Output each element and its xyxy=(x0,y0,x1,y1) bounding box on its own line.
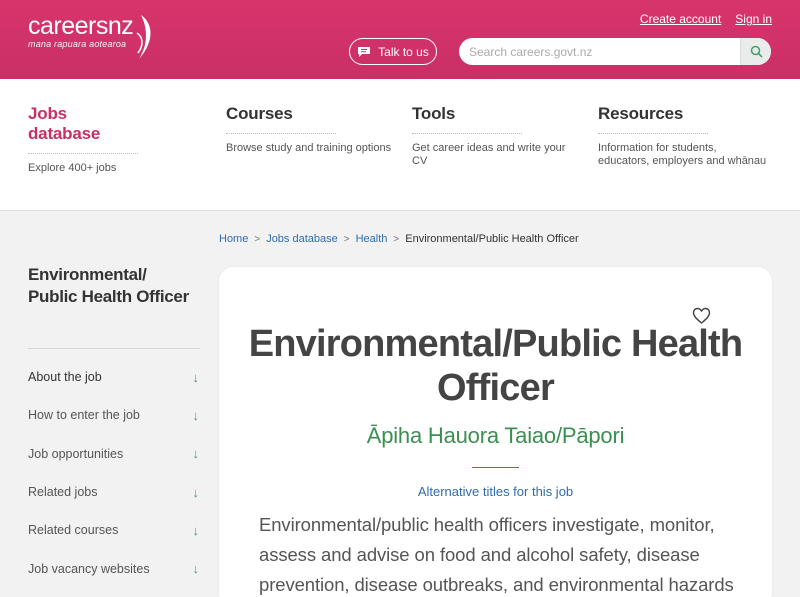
nav-title: Courses xyxy=(226,104,336,134)
sidebar-item-label: About the job xyxy=(28,370,102,385)
breadcrumb-home[interactable]: Home xyxy=(219,233,248,245)
search-button[interactable] xyxy=(740,38,771,65)
sidebar-item-related-courses[interactable]: Related courses ↓ xyxy=(28,511,200,549)
account-links: Create account Sign in xyxy=(640,12,772,26)
arrow-down-icon: ↓ xyxy=(192,484,200,500)
breadcrumb-separator: > xyxy=(393,233,400,245)
breadcrumb-current: Environmental/Public Health Officer xyxy=(405,233,579,245)
search-box xyxy=(459,38,771,65)
arrow-down-icon: ↓ xyxy=(192,522,200,538)
sidebar-item-about-the-job[interactable]: About the job ↓ xyxy=(28,358,200,396)
nav-description: Browse study and training options xyxy=(226,142,392,154)
chat-bubble-icon xyxy=(358,46,371,57)
sidebar-item-label: Related courses xyxy=(28,523,119,538)
create-account-link[interactable]: Create account xyxy=(640,12,721,26)
logo-wordmark: careersnz xyxy=(28,12,134,40)
search-icon xyxy=(750,45,763,58)
site-header: careersnz mana rapuara aotearoa Create a… xyxy=(0,0,800,79)
nav-jobs-database[interactable]: Jobs database Explore 400+ jobs xyxy=(28,104,198,175)
sidebar-item-label: Job opportunities xyxy=(28,446,124,461)
nav-description: Information for students, educators, emp… xyxy=(598,142,767,167)
talk-to-us-label: Talk to us xyxy=(378,44,429,59)
sidebar-item-related-jobs[interactable]: Related jobs ↓ xyxy=(28,473,200,511)
talk-to-us-button[interactable]: Talk to us xyxy=(349,38,437,65)
page-title: Environmental/Public Health Officer xyxy=(248,323,743,409)
title-divider xyxy=(472,467,519,468)
nav-title: Resources xyxy=(598,104,708,134)
sidebar-divider xyxy=(28,348,200,349)
nav-title: Jobs database xyxy=(28,104,138,154)
arrow-down-icon: ↓ xyxy=(192,369,200,385)
breadcrumb-jobs-database[interactable]: Jobs database xyxy=(266,233,338,245)
breadcrumb-separator: > xyxy=(343,233,350,245)
sidebar-item-label: Related jobs xyxy=(28,485,98,500)
breadcrumb-health[interactable]: Health xyxy=(356,233,388,245)
nav-title: Tools xyxy=(412,104,522,134)
main-navigation: Jobs database Explore 400+ jobs Courses … xyxy=(0,79,800,211)
arrow-down-icon: ↓ xyxy=(192,561,200,577)
sidebar-item-label: How to enter the job xyxy=(28,408,140,423)
maori-title: Āpiha Hauora Taiao/Pāpori xyxy=(366,423,625,448)
sidebar-item-label: Job vacancy websites xyxy=(28,561,150,576)
search-input[interactable] xyxy=(459,38,739,65)
nav-description: Get career ideas and write your CV xyxy=(412,142,566,167)
sidebar-title: Environmental/ Public Health Officer xyxy=(28,265,189,306)
sidebar-item-job-vacancy-websites[interactable]: Job vacancy websites ↓ xyxy=(28,549,200,587)
nav-resources[interactable]: Resources Information for students, educ… xyxy=(598,104,768,168)
sidebar-item-how-to-enter[interactable]: How to enter the job ↓ xyxy=(28,396,200,434)
job-intro-text: Environmental/public health officers inv… xyxy=(259,514,734,595)
careersnz-logo[interactable]: careersnz mana rapuara aotearoa xyxy=(28,12,134,50)
breadcrumb: Home > Jobs database > Health > Environm… xyxy=(219,233,579,245)
arrow-down-icon: ↓ xyxy=(192,446,200,462)
sign-in-link[interactable]: Sign in xyxy=(735,12,772,26)
nav-description: Explore 400+ jobs xyxy=(28,162,117,174)
arrow-down-icon: ↓ xyxy=(192,407,200,423)
sidebar-item-job-opportunities[interactable]: Job opportunities ↓ xyxy=(28,435,200,473)
sidebar-menu: About the job ↓ How to enter the job ↓ J… xyxy=(28,358,200,588)
logo-tagline: mana rapuara aotearoa xyxy=(28,39,127,49)
nav-courses[interactable]: Courses Browse study and training option… xyxy=(226,104,396,155)
breadcrumb-separator: > xyxy=(254,233,261,245)
alternative-titles-link[interactable]: Alternative titles for this job xyxy=(219,484,772,499)
nav-tools[interactable]: Tools Get career ideas and write your CV xyxy=(412,104,582,168)
logo-swoosh-icon xyxy=(136,15,151,59)
